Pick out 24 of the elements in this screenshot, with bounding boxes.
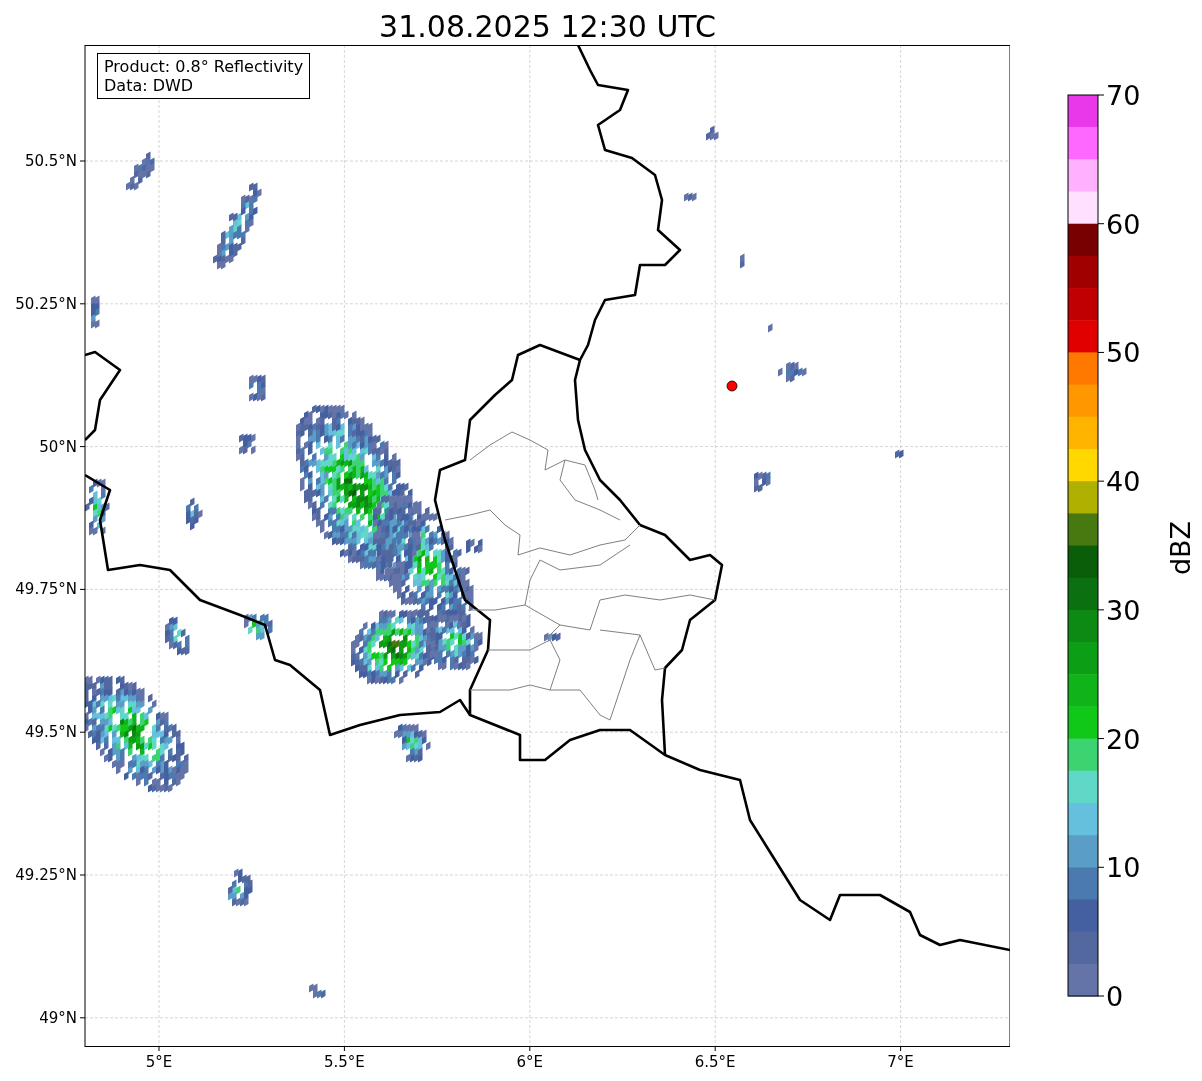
y-tick-label: 50.25°N <box>15 294 77 313</box>
scale-tick-label: 20 <box>1106 723 1141 755</box>
info-box: Product: 0.8° Reflectivity Data: DWD <box>97 53 311 99</box>
scale-tick-label: 0 <box>1106 981 1124 1012</box>
y-tick-label: 50.5°N <box>24 152 77 170</box>
y-tick-label: 49°N <box>39 1008 77 1027</box>
x-tick-label: 6.5°E <box>694 1053 736 1071</box>
scale-tick-label: 30 <box>1106 594 1141 626</box>
scale-tick-label: 50 <box>1106 337 1141 369</box>
y-tick-label: 49.25°N <box>15 866 77 884</box>
scale-tick-label: 10 <box>1106 852 1141 884</box>
x-tick-label: 5.5°E <box>324 1053 365 1071</box>
y-tick-label: 49.75°N <box>15 580 77 599</box>
x-tick-label: 5°E <box>145 1053 173 1071</box>
y-tick-label: 50°N <box>39 437 77 456</box>
radar-site-marker <box>726 380 738 392</box>
x-tick-label: 7°E <box>887 1053 914 1071</box>
scale-tick-label: 40 <box>1106 466 1141 498</box>
scale-axis-label: dBZ <box>1165 520 1196 576</box>
scale-tick-label: 70 <box>1106 80 1141 111</box>
scale-tick-label: 60 <box>1106 208 1141 240</box>
chart-title: 31.08.2025 12:30 UTC <box>379 8 716 45</box>
x-tick-label: 6°E <box>516 1053 544 1071</box>
y-tick-label: 49.5°N <box>24 723 77 742</box>
